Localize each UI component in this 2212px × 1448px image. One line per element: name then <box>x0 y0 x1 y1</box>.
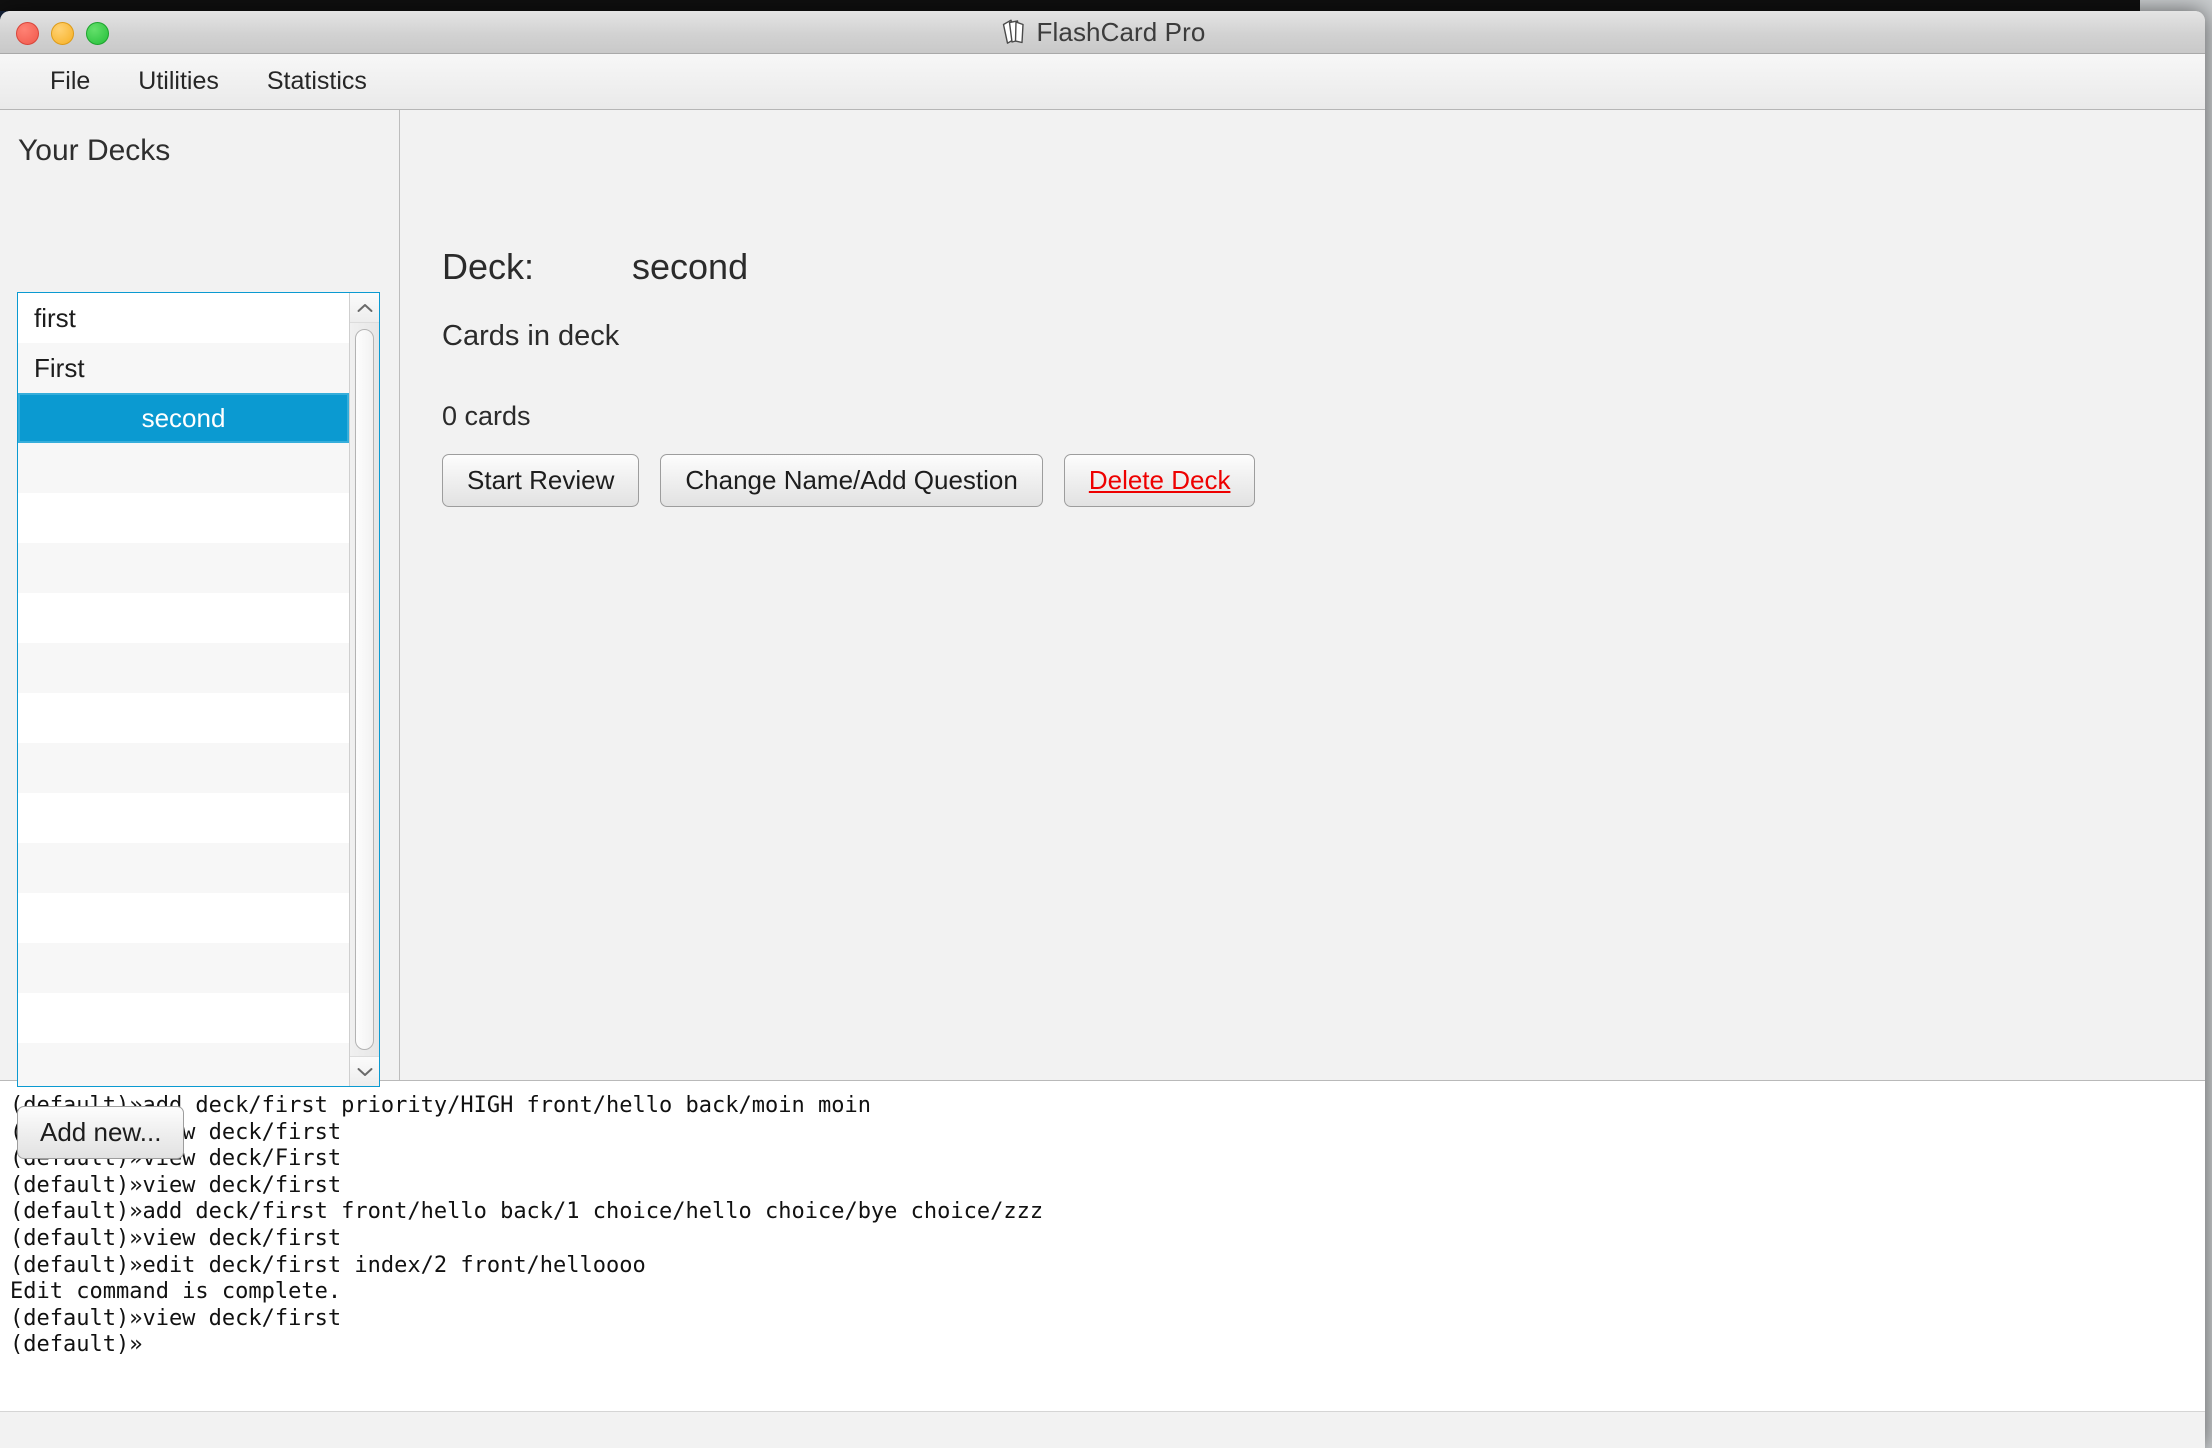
deck-list[interactable]: first First second <box>17 292 380 1087</box>
title-center-group: FlashCard Pro <box>0 11 2205 53</box>
app-window: FlashCard Pro File Utilities Statistics … <box>0 11 2205 1448</box>
desktop-top-strip <box>0 0 2212 11</box>
deck-list-empty-row[interactable] <box>18 693 349 743</box>
deck-list-rows: first First second <box>18 293 349 1086</box>
scrollbar-thumb[interactable] <box>355 329 374 1050</box>
delete-deck-button[interactable]: Delete Deck <box>1064 454 1256 507</box>
deck-list-empty-row[interactable] <box>18 493 349 543</box>
deck-list-empty-row[interactable] <box>18 843 349 893</box>
status-bar <box>0 1411 2205 1448</box>
scroll-up-button[interactable] <box>350 293 379 323</box>
decks-heading: Your Decks <box>0 110 399 168</box>
cards-in-deck-label: Cards in deck <box>400 288 2205 353</box>
chevron-up-icon <box>357 303 373 313</box>
deck-list-empty-row[interactable] <box>18 1043 349 1086</box>
card-count-value: 0 cards <box>400 353 2205 432</box>
flashcards-icon <box>1000 18 1026 46</box>
add-new-deck-button[interactable]: Add new... <box>17 1106 184 1159</box>
deck-list-item-second[interactable]: second <box>18 393 349 443</box>
deck-list-empty-row[interactable] <box>18 643 349 693</box>
deck-list-empty-row[interactable] <box>18 543 349 593</box>
deck-list-empty-row[interactable] <box>18 743 349 793</box>
deck-title-row: Deck: second <box>400 110 2205 288</box>
menu-item-utilities[interactable]: Utilities <box>114 61 243 102</box>
title-bar: FlashCard Pro <box>0 11 2205 54</box>
start-review-button[interactable]: Start Review <box>442 454 639 507</box>
deck-name-value: second <box>632 246 748 288</box>
menu-item-statistics[interactable]: Statistics <box>243 61 391 102</box>
deck-action-buttons: Start Review Change Name/Add Question De… <box>400 432 2205 507</box>
deck-list-empty-row[interactable] <box>18 893 349 943</box>
deck-list-empty-row[interactable] <box>18 993 349 1043</box>
deck-list-empty-row[interactable] <box>18 443 349 493</box>
console-output-text: (default)»add deck/first priority/HIGH f… <box>0 1081 2205 1359</box>
menu-bar: File Utilities Statistics <box>0 54 2205 110</box>
console-output-panel[interactable]: (default)»add deck/first priority/HIGH f… <box>0 1080 2205 1411</box>
deck-detail-panel: Deck: second Cards in deck 0 cards Start… <box>400 110 2205 1080</box>
scroll-down-button[interactable] <box>350 1056 379 1086</box>
chevron-down-icon <box>357 1067 373 1077</box>
deck-list-empty-row[interactable] <box>18 593 349 643</box>
deck-list-empty-row[interactable] <box>18 943 349 993</box>
deck-list-item-first[interactable]: first <box>18 293 349 343</box>
window-title: FlashCard Pro <box>1037 17 1206 48</box>
deck-label: Deck: <box>442 246 632 288</box>
sidebar: Your Decks first First second <box>0 110 400 1080</box>
window-body: Your Decks first First second <box>0 110 2205 1080</box>
deck-list-empty-row[interactable] <box>18 793 349 843</box>
deck-list-item-First[interactable]: First <box>18 343 349 393</box>
deck-list-scrollbar[interactable] <box>349 293 379 1086</box>
change-name-add-question-button[interactable]: Change Name/Add Question <box>660 454 1042 507</box>
menu-item-file[interactable]: File <box>26 61 114 102</box>
